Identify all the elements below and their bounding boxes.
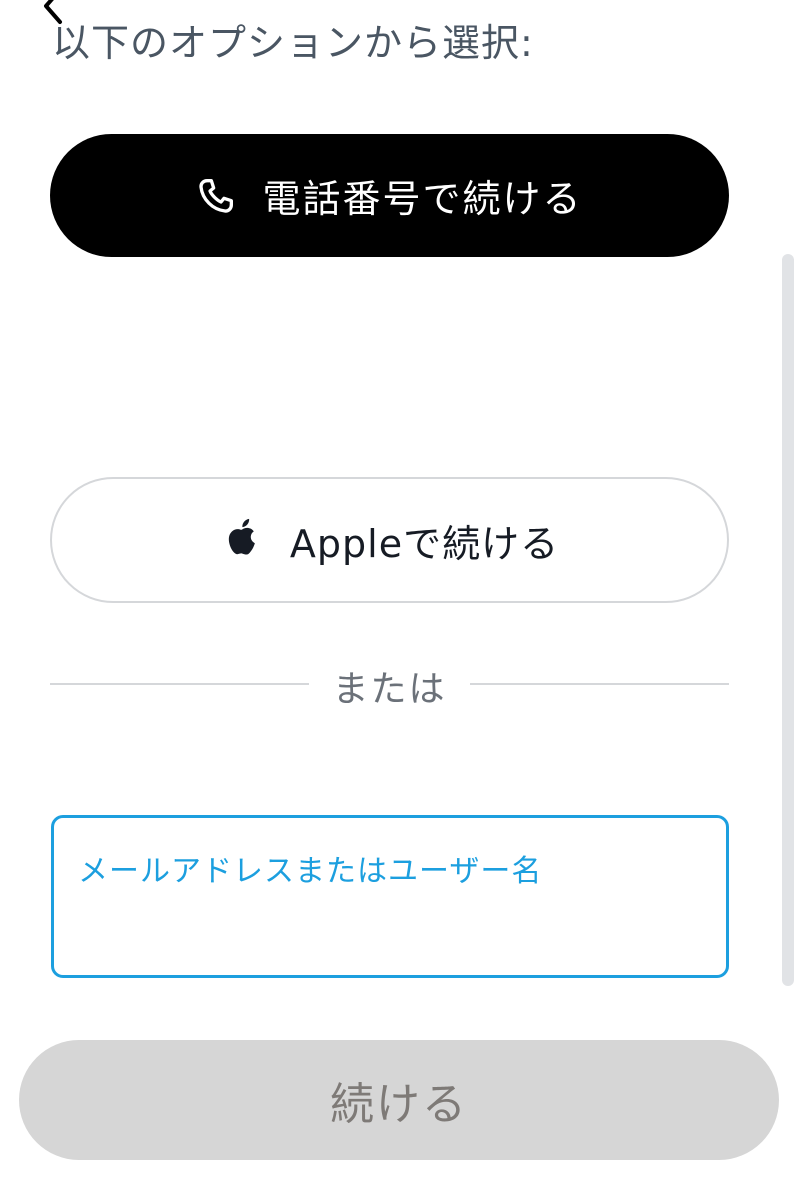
login-options-screen: 以下のオプションから選択: 電話番号で続ける Appleで続ける または メール…: [0, 0, 799, 1200]
email-or-username-label: メールアドレスまたはユーザー名: [78, 854, 543, 889]
divider-or-text: または: [332, 669, 447, 710]
page-title: 以下のオプションから選択:: [52, 21, 534, 65]
continue-with-apple-label: Appleで続ける: [289, 521, 560, 566]
continue-with-phone-label: 電話番号で続ける: [262, 177, 583, 221]
divider-line-left: [50, 683, 309, 685]
email-or-username-field[interactable]: メールアドレスまたはユーザー名: [51, 815, 729, 978]
divider-line-right: [470, 683, 729, 685]
apple-logo-icon: [228, 518, 255, 555]
continue-button[interactable]: 続ける: [19, 1040, 779, 1160]
continue-with-apple-button[interactable]: Appleで続ける: [50, 477, 729, 603]
scrollbar[interactable]: [782, 254, 794, 986]
continue-with-phone-button[interactable]: 電話番号で続ける: [50, 134, 729, 257]
email-or-username-input[interactable]: [78, 904, 702, 954]
phone-icon: [199, 178, 234, 213]
